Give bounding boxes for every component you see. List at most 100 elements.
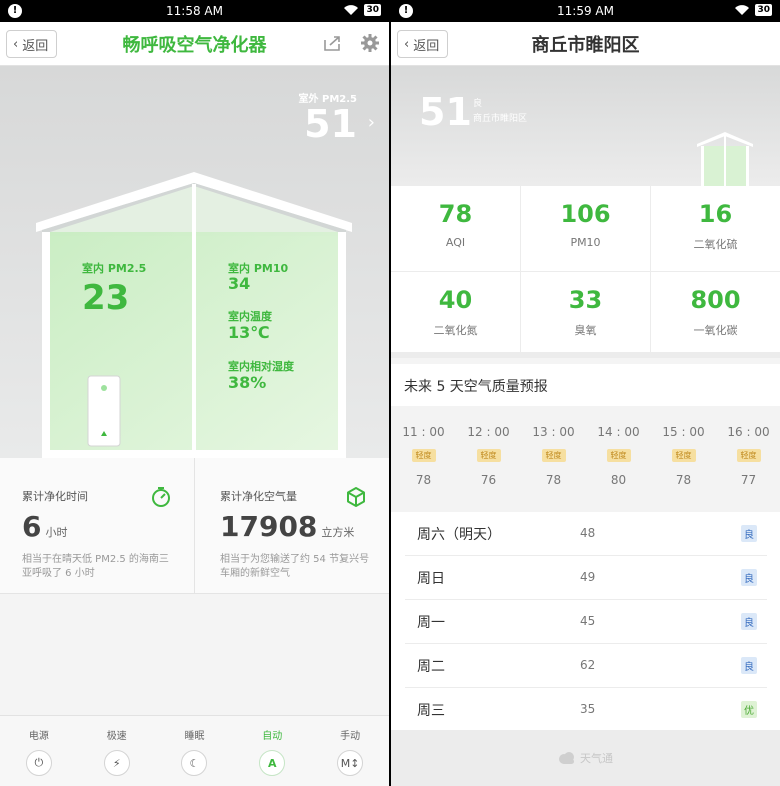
daily-day: 周一 xyxy=(417,615,445,631)
daily-level-badge: 良 xyxy=(741,613,757,630)
daily-level-badge: 良 xyxy=(741,525,757,542)
purify-time-value: 6 小时 xyxy=(22,510,67,543)
mode-turbo[interactable]: 极速 ⚡ xyxy=(78,716,156,786)
mode-label: 自动 xyxy=(262,731,283,742)
hourly-value: 76 xyxy=(480,473,497,487)
stopwatch-icon xyxy=(152,487,170,507)
hourly-time: 16 : 00 xyxy=(727,425,770,439)
daily-value: 49 xyxy=(580,570,596,584)
pollutant-value: 16 xyxy=(698,200,733,228)
pollutant-cell: 40 二氧化氮 xyxy=(391,272,521,358)
mode-power[interactable]: 电源 ⏻ xyxy=(0,716,78,786)
indoor-humidity-label: 室内相对湿度 xyxy=(228,360,294,373)
hourly-level-badge: 轻度 xyxy=(476,449,501,462)
battery-icon: 30 xyxy=(755,4,772,16)
hourly-item: 12 : 00 轻度 76 xyxy=(456,406,521,487)
hourly-item: 14 : 00 轻度 80 xyxy=(586,406,651,487)
daily-day: 周二 xyxy=(417,659,445,675)
hourly-level-badge: 轻度 xyxy=(541,449,566,462)
hourly-item: 15 : 00 轻度 78 xyxy=(651,406,716,487)
hourly-forecast[interactable]: 11 : 00 轻度 78 12 : 00 轻度 76 13 : 00 轻度 7… xyxy=(391,406,780,512)
mode-auto[interactable]: 自动 A xyxy=(233,716,311,786)
chevron-left-icon: ‹ xyxy=(13,36,19,52)
page-title: 畅呼吸空气净化器 xyxy=(122,34,267,56)
outdoor-pm25-value[interactable]: 51 xyxy=(304,102,357,146)
purify-volume-card: 累计净化空气量 17908 立方米 相当于为您输送了约 54 节复兴号车厢的新鲜空… xyxy=(194,458,389,594)
manual-icon[interactable]: M↕ xyxy=(337,750,364,776)
aqi-value: 51 xyxy=(419,90,472,134)
wifi-icon xyxy=(344,5,359,15)
mode-manual[interactable]: 手动 M↕ xyxy=(311,716,389,786)
indoor-pm10-value: 34 xyxy=(228,274,251,293)
moon-icon[interactable]: ☾ xyxy=(181,750,208,776)
hourly-value: 78 xyxy=(545,473,562,487)
purify-volume-value: 17908 立方米 xyxy=(220,510,354,543)
back-label: 返回 xyxy=(413,38,440,54)
hourly-time: 11 : 00 xyxy=(402,425,445,439)
pollutant-label: AQI xyxy=(445,236,466,249)
share-icon[interactable] xyxy=(323,34,341,52)
pollutant-value: 78 xyxy=(438,200,473,228)
hourly-level-badge: 轻度 xyxy=(736,449,761,462)
purify-time-title: 累计净化时间 xyxy=(22,490,88,503)
pollutant-label: 一氧化碳 xyxy=(693,324,738,337)
forecast-title: 未来 5 天空气质量预报 xyxy=(391,364,780,406)
pollutant-cell: 16 二氧化硫 xyxy=(651,186,780,272)
daily-day: 周六（明天） xyxy=(417,527,501,543)
pollutant-label: 二氧化氮 xyxy=(433,324,478,337)
alert-icon: ! xyxy=(399,4,413,18)
pollutant-cell: 33 臭氧 xyxy=(521,272,651,358)
chevron-left-icon: ‹ xyxy=(404,36,410,52)
purify-time-desc: 相当于在晴天低 PM2.5 的海南三亚呼吸了 6 小时 xyxy=(22,554,169,579)
daily-row: 周六（明天） 48 良 xyxy=(405,512,767,556)
pollutant-label: 臭氧 xyxy=(574,324,597,337)
pollutant-value: 800 xyxy=(690,286,741,314)
daily-value: 48 xyxy=(580,526,596,540)
daily-value: 35 xyxy=(580,702,596,716)
mode-sleep[interactable]: 睡眠 ☾ xyxy=(156,716,234,786)
hourly-time: 13 : 00 xyxy=(532,425,575,439)
indoor-humidity-value: 38% xyxy=(228,373,267,392)
mode-label: 电源 xyxy=(28,731,49,742)
purify-time-card: 累计净化时间 6 小时 相当于在晴天低 PM2.5 的海南三亚呼吸了 6 小时 xyxy=(0,458,194,594)
purify-time-number: 6 xyxy=(22,510,42,543)
purify-volume-number: 17908 xyxy=(220,510,318,543)
purify-time-unit: 小时 xyxy=(45,526,68,539)
pollutant-label: PM10 xyxy=(570,236,601,249)
indoor-temp-label: 室内温度 xyxy=(228,310,272,323)
auto-icon[interactable]: A xyxy=(259,750,286,776)
hourly-level-badge: 轻度 xyxy=(671,449,696,462)
aqi-hero: 51 良 商丘市睢阳区 xyxy=(391,66,780,186)
status-time: 11:59 AM xyxy=(557,4,614,18)
purification-stats: 累计净化时间 6 小时 相当于在晴天低 PM2.5 的海南三亚呼吸了 6 小时 累… xyxy=(0,458,389,594)
daily-level-badge: 良 xyxy=(741,569,757,586)
daily-row: 周三 35 优 xyxy=(405,688,767,732)
hourly-item: 11 : 00 轻度 78 xyxy=(391,406,456,487)
aqi-level: 良 xyxy=(473,99,483,109)
purify-volume-unit: 立方米 xyxy=(321,526,355,539)
power-icon[interactable]: ⏻ xyxy=(25,750,52,776)
mode-bar: 电源 ⏻ 极速 ⚡ 睡眠 ☾ 自动 A 手动 M↕ xyxy=(0,715,389,786)
status-time: 11:58 AM xyxy=(166,4,223,18)
aqi-city: 商丘市睢阳区 xyxy=(473,114,528,124)
status-bar: ! 11:58 AM 30 xyxy=(0,0,389,22)
gear-icon[interactable] xyxy=(361,34,379,52)
daily-row: 周日 49 良 xyxy=(405,556,767,600)
mode-label: 极速 xyxy=(106,731,127,742)
pollutant-label: 二氧化硫 xyxy=(693,238,738,251)
back-button[interactable]: ‹ 返回 xyxy=(6,30,58,58)
house-panel: 室外 PM2.5 51 › 室内 PM2.5 23 室内 PM10 34 室内温… xyxy=(0,66,389,458)
chevron-right-icon[interactable]: › xyxy=(368,112,375,133)
pollutant-grid: 78 AQI 106 PM10 16 二氧化硫 40 二氧化氮 33 臭氧 80… xyxy=(391,186,780,358)
hourly-time: 12 : 00 xyxy=(467,425,510,439)
hourly-level-badge: 轻度 xyxy=(606,449,631,462)
battery-icon: 30 xyxy=(364,4,381,16)
house-icon xyxy=(697,132,753,186)
mode-label: 睡眠 xyxy=(184,731,205,742)
page-title: 商丘市睢阳区 xyxy=(531,34,640,56)
cube-icon xyxy=(347,487,365,507)
back-button[interactable]: ‹ 返回 xyxy=(397,30,449,58)
nav-bar: ‹ 返回 商丘市睢阳区 xyxy=(391,22,780,66)
lightning-icon[interactable]: ⚡ xyxy=(103,750,130,776)
purify-volume-title: 累计净化空气量 xyxy=(220,490,297,503)
